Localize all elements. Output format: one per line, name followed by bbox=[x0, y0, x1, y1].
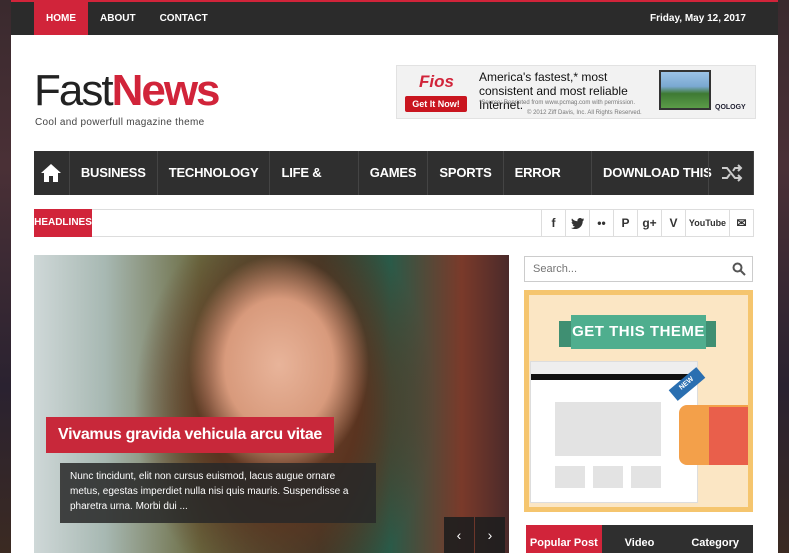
random-post-button[interactable] bbox=[708, 151, 754, 195]
featured-post-title[interactable]: Vivamus gravida vehicula arcu vitae bbox=[46, 417, 335, 453]
promo-browser-illustration bbox=[530, 361, 698, 503]
google-plus-icon[interactable]: g+ bbox=[637, 210, 661, 236]
top-bar: HOME ABOUT CONTACT Friday, May 12, 2017 bbox=[11, 0, 778, 35]
tab-popular-post[interactable]: Popular Post bbox=[526, 525, 602, 553]
home-icon bbox=[41, 164, 62, 182]
ad-cta-button[interactable]: Get It Now! bbox=[405, 96, 467, 112]
tab-video[interactable]: Video bbox=[602, 525, 678, 553]
flickr-icon[interactable]: •• bbox=[589, 210, 613, 236]
nav-item-error-page[interactable]: ERROR PAGE bbox=[504, 151, 593, 224]
promo-inner: GET THIS THEME NEW bbox=[529, 295, 748, 507]
social-links: f •• P g+ V YouTube ✉ bbox=[541, 210, 753, 236]
site-logo[interactable]: FastNews bbox=[34, 66, 221, 115]
twitter-bird-glyph bbox=[571, 217, 584, 229]
browser-thumb bbox=[555, 466, 585, 488]
vimeo-icon[interactable]: V bbox=[661, 210, 685, 236]
search-icon[interactable] bbox=[732, 262, 746, 276]
page-content: FastNews Cool and powerfull magazine the… bbox=[11, 35, 778, 553]
slider-prev-button[interactable]: ‹ bbox=[444, 517, 474, 553]
featured-post-excerpt: Nunc tincidunt, elit non cursus euismod,… bbox=[60, 463, 376, 523]
ad-fios-logo: Fios Get It Now! bbox=[405, 70, 467, 114]
top-nav-home[interactable]: HOME bbox=[34, 2, 88, 35]
top-nav: HOME ABOUT CONTACT bbox=[34, 2, 220, 35]
search-box bbox=[524, 256, 753, 282]
facebook-icon[interactable]: f bbox=[541, 210, 565, 236]
nav-home-button[interactable] bbox=[34, 151, 70, 195]
featured-slider[interactable]: Vivamus gravida vehicula arcu vitae Nunc… bbox=[34, 255, 509, 553]
browser-thumb bbox=[593, 466, 623, 488]
get-theme-promo[interactable]: GET THIS THEME NEW bbox=[524, 290, 753, 512]
nav-item-games[interactable]: GAMES bbox=[359, 151, 429, 195]
email-icon[interactable]: ✉ bbox=[729, 210, 753, 236]
ad-source: *Source: Reprinted from www.pcmag.com wi… bbox=[479, 100, 636, 106]
promo-title: GET THIS THEME bbox=[571, 315, 706, 349]
ad-partner-logo: QOLOGY bbox=[715, 104, 746, 111]
site-tagline: Cool and powerfull magazine theme bbox=[35, 117, 205, 128]
tab-category[interactable]: Category bbox=[677, 525, 753, 553]
browser-content-block bbox=[555, 402, 661, 456]
nav-item-technology[interactable]: TECHNOLOGY bbox=[158, 151, 271, 195]
ad-laptop-image bbox=[659, 70, 711, 110]
top-nav-contact[interactable]: CONTACT bbox=[148, 2, 220, 35]
main-nav: BUSINESS TECHNOLOGY LIFE & STYLE GAMES S… bbox=[34, 151, 754, 224]
browser-top-bar bbox=[531, 362, 697, 374]
top-nav-about[interactable]: ABOUT bbox=[88, 2, 148, 35]
twitter-icon[interactable] bbox=[565, 210, 589, 236]
slider-next-button[interactable]: › bbox=[475, 517, 505, 553]
ad-banner[interactable]: Fios Get It Now! America's fastest,* mos… bbox=[396, 65, 756, 119]
shuffle-icon bbox=[721, 164, 742, 182]
nav-item-business[interactable]: BUSINESS bbox=[70, 151, 158, 195]
pinterest-icon[interactable]: P bbox=[613, 210, 637, 236]
sidebar-tabs: Popular Post Video Category bbox=[526, 525, 753, 553]
youtube-icon[interactable]: YouTube bbox=[685, 210, 729, 236]
search-input[interactable] bbox=[525, 257, 725, 281]
ad-copyright: © 2012 Ziff Davis, Inc. All Rights Reser… bbox=[527, 110, 642, 116]
headlines-label: HEADLINES bbox=[34, 209, 92, 237]
sleeve-illustration bbox=[709, 407, 748, 465]
ad-brand: Fios bbox=[419, 72, 454, 91]
logo-part-fast: Fast bbox=[34, 66, 114, 115]
headlines-bar: HEADLINES f •• P g+ V YouTube ✉ bbox=[34, 209, 754, 237]
nav-item-life-style[interactable]: LIFE & STYLE bbox=[270, 151, 359, 224]
nav-item-sports[interactable]: SPORTS bbox=[428, 151, 504, 195]
browser-thumb bbox=[631, 466, 661, 488]
current-date: Friday, May 12, 2017 bbox=[650, 13, 746, 24]
logo-part-news: News bbox=[111, 66, 221, 115]
browser-dark-bar bbox=[531, 374, 697, 380]
